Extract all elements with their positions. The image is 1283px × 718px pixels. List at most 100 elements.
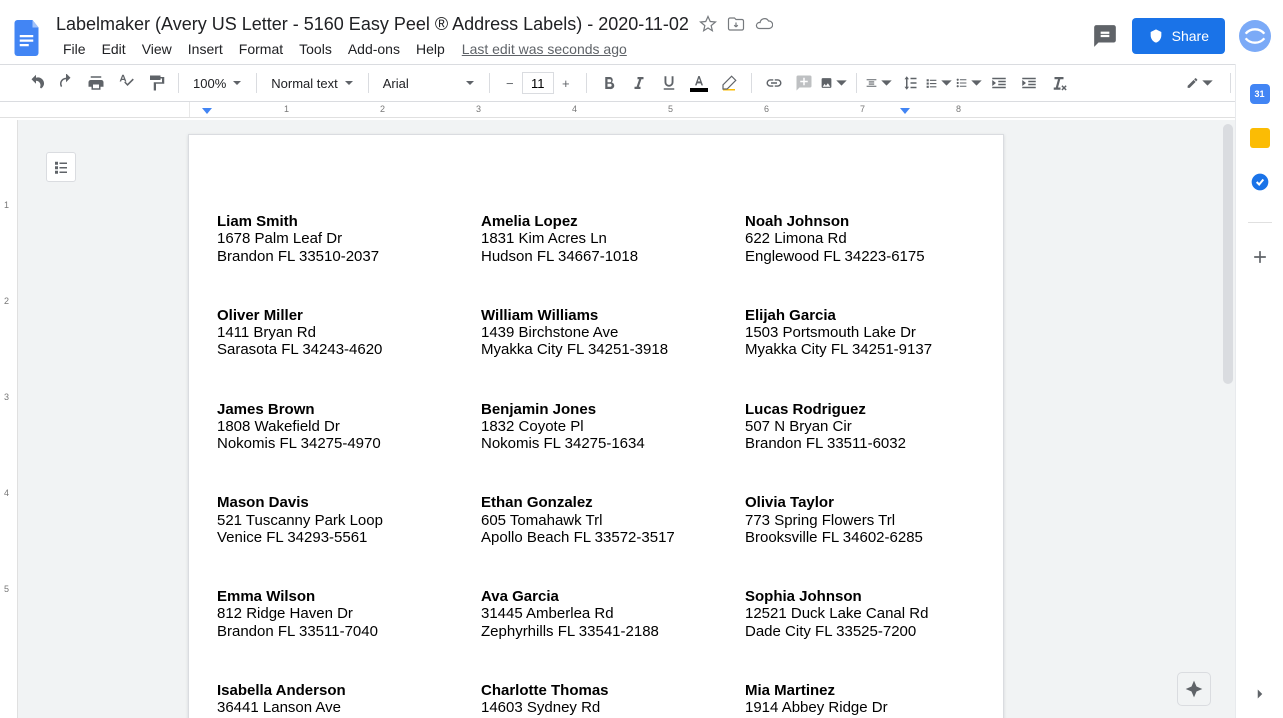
vertical-ruler[interactable]: 12345	[0, 120, 18, 718]
paint-format-button[interactable]	[142, 69, 170, 97]
collapse-side-panel-button[interactable]	[1250, 684, 1270, 704]
address-label[interactable]: Isabella Anderson36441 Lanson Ave	[217, 682, 477, 717]
menu-add-ons[interactable]: Add-ons	[341, 37, 407, 61]
address-label[interactable]: Liam Smith1678 Palm Leaf DrBrandon FL 33…	[217, 213, 477, 265]
label-name: Mia Martinez	[745, 682, 1005, 699]
document-outline-button[interactable]	[46, 152, 76, 182]
underline-button[interactable]	[655, 69, 683, 97]
address-label[interactable]: Olivia Taylor773 Spring Flowers TrlBrook…	[745, 494, 1005, 546]
last-edit-link[interactable]: Last edit was seconds ago	[462, 41, 627, 57]
docs-logo[interactable]	[8, 18, 48, 58]
label-street: 31445 Amberlea Rd	[481, 605, 741, 622]
ruler-mark: 8	[956, 104, 961, 114]
address-label[interactable]: Ava Garcia31445 Amberlea RdZephyrhills F…	[481, 588, 741, 640]
address-label[interactable]: Ethan Gonzalez605 Tomahawk TrlApollo Bea…	[481, 494, 741, 546]
share-button[interactable]: Share	[1132, 18, 1225, 54]
address-label[interactable]: Elijah Garcia1503 Portsmouth Lake DrMyak…	[745, 307, 1005, 359]
indent-button[interactable]	[1015, 69, 1043, 97]
editing-mode-button[interactable]	[1186, 69, 1214, 97]
zoom-dropdown[interactable]: 100%	[187, 69, 248, 97]
ruler-mark: 7	[860, 104, 865, 114]
horizontal-ruler[interactable]: 12345678	[0, 102, 1283, 118]
outdent-button[interactable]	[985, 69, 1013, 97]
menu-file[interactable]: File	[56, 37, 93, 61]
checklist-button[interactable]	[925, 69, 953, 97]
bold-button[interactable]	[595, 69, 623, 97]
text-color-button[interactable]	[685, 69, 713, 97]
header-bar: Labelmaker (Avery US Letter - 5160 Easy …	[0, 0, 1283, 64]
label-city: Myakka City FL 34251-3918	[481, 341, 741, 358]
calendar-icon[interactable]: 31	[1250, 84, 1270, 104]
font-size-increase[interactable]: +	[554, 71, 578, 95]
tasks-icon[interactable]	[1250, 172, 1270, 192]
label-name: Sophia Johnson	[745, 588, 1005, 605]
label-city: Hudson FL 34667-1018	[481, 248, 741, 265]
menu-format[interactable]: Format	[232, 37, 290, 61]
label-city: Zephyrhills FL 33541-2188	[481, 623, 741, 640]
menu-edit[interactable]: Edit	[95, 37, 133, 61]
font-size-input[interactable]	[522, 72, 554, 94]
address-label[interactable]: Mason Davis521 Tuscanny Park LoopVenice …	[217, 494, 477, 546]
clear-formatting-button[interactable]	[1045, 69, 1073, 97]
address-label[interactable]: William Williams1439 Birchstone AveMyakk…	[481, 307, 741, 359]
cloud-saved-icon[interactable]	[755, 15, 773, 33]
redo-button[interactable]	[52, 69, 80, 97]
workspace: 12345 Liam Smith1678 Palm Leaf DrBrandon…	[0, 120, 1235, 718]
font-dropdown[interactable]: Arial	[377, 69, 481, 97]
toolbar: 100% Normal text Arial − +	[0, 64, 1283, 102]
label-city: Nokomis FL 34275-4970	[217, 435, 477, 452]
label-name: Benjamin Jones	[481, 401, 741, 418]
menu-insert[interactable]: Insert	[181, 37, 230, 61]
explore-button[interactable]	[1177, 672, 1211, 706]
address-label[interactable]: Sophia Johnson12521 Duck Lake Canal RdDa…	[745, 588, 1005, 640]
insert-link-button[interactable]	[760, 69, 788, 97]
address-label[interactable]: Oliver Miller1411 Bryan RdSarasota FL 34…	[217, 307, 477, 359]
vruler-mark: 1	[4, 200, 9, 210]
print-button[interactable]	[82, 69, 110, 97]
spellcheck-button[interactable]	[112, 69, 140, 97]
address-label[interactable]: Charlotte Thomas14603 Sydney Rd	[481, 682, 741, 717]
label-name: Isabella Anderson	[217, 682, 477, 699]
account-avatar[interactable]	[1239, 20, 1271, 52]
label-city: Venice FL 34293-5561	[217, 529, 477, 546]
line-spacing-button[interactable]	[895, 69, 923, 97]
address-label[interactable]: Emma Wilson812 Ridge Haven DrBrandon FL …	[217, 588, 477, 640]
paragraph-style-dropdown[interactable]: Normal text	[265, 69, 359, 97]
highlight-button[interactable]	[715, 69, 743, 97]
undo-button[interactable]	[22, 69, 50, 97]
address-label[interactable]: Amelia Lopez1831 Kim Acres LnHudson FL 3…	[481, 213, 741, 265]
insert-comment-button[interactable]	[790, 69, 818, 97]
label-city: Nokomis FL 34275-1634	[481, 435, 741, 452]
label-name: Mason Davis	[217, 494, 477, 511]
label-street: 622 Limona Rd	[745, 230, 1005, 247]
address-label[interactable]: Noah Johnson622 Limona RdEnglewood FL 34…	[745, 213, 1005, 265]
italic-button[interactable]	[625, 69, 653, 97]
add-addon-icon[interactable]	[1250, 247, 1270, 267]
star-icon[interactable]	[699, 15, 717, 33]
keep-icon[interactable]	[1250, 128, 1270, 148]
label-street: 605 Tomahawk Trl	[481, 512, 741, 529]
label-city: Brooksville FL 34602-6285	[745, 529, 1005, 546]
label-city: Dade City FL 33525-7200	[745, 623, 1005, 640]
ruler-mark: 4	[572, 104, 577, 114]
address-label[interactable]: Benjamin Jones1832 Coyote PlNokomis FL 3…	[481, 401, 741, 453]
vertical-scrollbar[interactable]	[1221, 120, 1235, 718]
document-page[interactable]: Liam Smith1678 Palm Leaf DrBrandon FL 33…	[188, 134, 1004, 718]
scrollbar-thumb[interactable]	[1223, 124, 1233, 384]
label-city: Brandon FL 33511-7040	[217, 623, 477, 640]
address-label[interactable]: Mia Martinez1914 Abbey Ridge Dr	[745, 682, 1005, 717]
menu-view[interactable]: View	[135, 37, 179, 61]
bulleted-list-button[interactable]	[955, 69, 983, 97]
align-button[interactable]	[865, 69, 893, 97]
label-name: Ethan Gonzalez	[481, 494, 741, 511]
address-label[interactable]: James Brown1808 Wakefield DrNokomis FL 3…	[217, 401, 477, 453]
menu-help[interactable]: Help	[409, 37, 452, 61]
address-label[interactable]: Lucas Rodriguez507 N Bryan CirBrandon FL…	[745, 401, 1005, 453]
insert-image-button[interactable]	[820, 69, 848, 97]
doc-title[interactable]: Labelmaker (Avery US Letter - 5160 Easy …	[56, 14, 689, 35]
comments-icon[interactable]	[1092, 23, 1118, 49]
font-size-control: − +	[498, 71, 578, 95]
menu-tools[interactable]: Tools	[292, 37, 339, 61]
move-folder-icon[interactable]	[727, 15, 745, 33]
font-size-decrease[interactable]: −	[498, 71, 522, 95]
